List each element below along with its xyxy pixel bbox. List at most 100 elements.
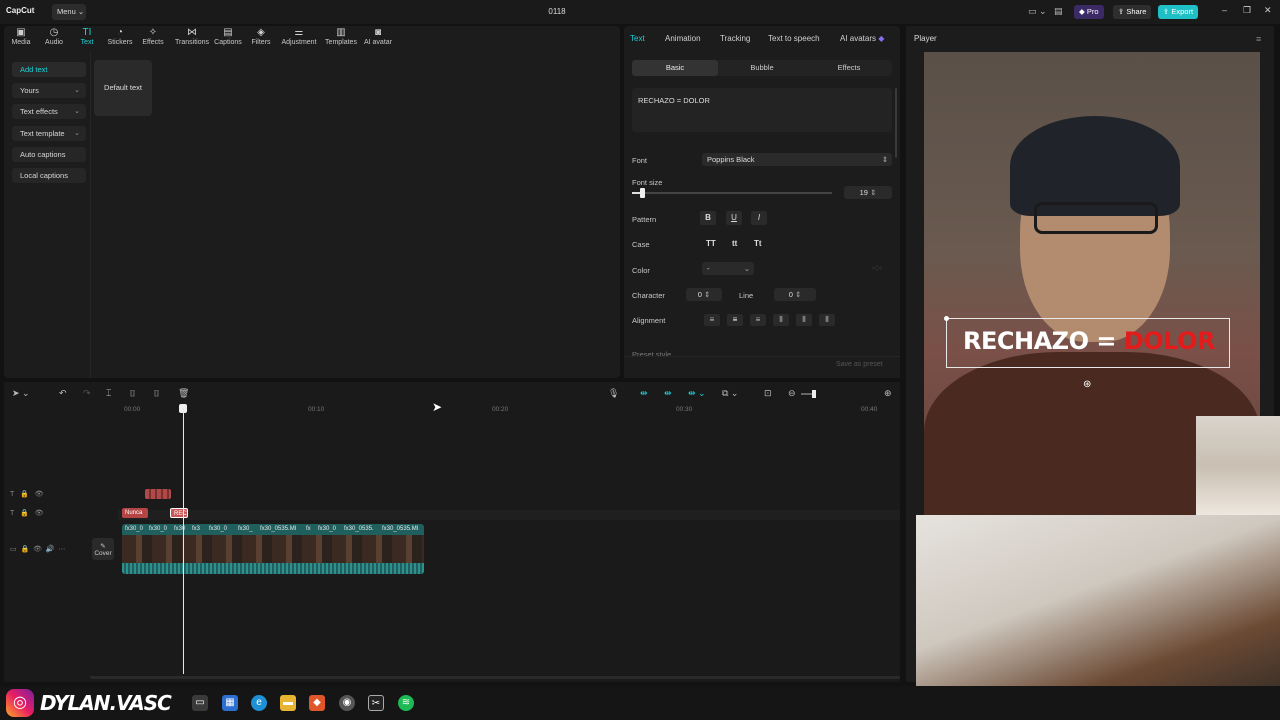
font-size-input[interactable]: 19 ⇕ (844, 186, 892, 199)
linkage-icon[interactable]: ⇹ ⌄ (688, 388, 706, 399)
resize-handle[interactable] (944, 316, 949, 321)
font-size-slider-handle[interactable] (640, 188, 645, 198)
line-spacing-input[interactable]: 0 ⇕ (774, 288, 816, 301)
tool-templates[interactable]: ▥ Templates (322, 26, 360, 52)
vertical-bottom-icon[interactable]: ⦀ (819, 314, 835, 326)
tool-media[interactable]: ▣ Media (4, 26, 38, 52)
sidebar-item-text-effects[interactable]: Text effects ⌄ (12, 104, 86, 119)
vertical-top-icon[interactable]: ⦀ (773, 314, 789, 326)
track-controls-video[interactable]: ▭ 🔒 👁 🔊 ⋯ (10, 545, 66, 553)
align-right-icon[interactable]: ≡ (750, 314, 766, 326)
tab-text[interactable]: Text (630, 34, 645, 43)
microphone-icon[interactable]: 🎙 (608, 388, 619, 399)
inspector-scrollbar[interactable] (895, 88, 897, 158)
text-clip[interactable]: Nunca (122, 508, 148, 518)
sidebar-item-text-template[interactable]: Text template ⌄ (12, 126, 86, 141)
font-size-slider[interactable] (632, 192, 832, 194)
capcut-icon[interactable]: ✂ (368, 695, 384, 711)
tool-text[interactable]: TI Text (70, 26, 104, 52)
select-tool-icon[interactable]: ➤ ⌄ (12, 388, 30, 399)
edge-icon[interactable]: e (251, 695, 267, 711)
underline-button[interactable]: U (726, 211, 742, 225)
text-track (118, 510, 900, 520)
zoom-in-icon[interactable]: ⊕ (884, 388, 892, 399)
tab-ai-avatars[interactable]: AI avatars ◆ (840, 34, 884, 43)
menu-button[interactable]: Menu ⌄ (52, 4, 86, 20)
tab-animation[interactable]: Animation (665, 34, 701, 43)
share-button[interactable]: ⇪ Share (1113, 5, 1152, 19)
timeline-scrollbar[interactable] (90, 676, 900, 679)
tool-transitions[interactable]: ⋈ Transitions (172, 26, 212, 52)
align-left-icon[interactable]: ≡ (704, 314, 720, 326)
sidebar-item-add-text[interactable]: Add text (12, 62, 86, 77)
color-select[interactable]: - ⌄ (702, 262, 754, 275)
tool-captions[interactable]: ▤ Captions (211, 26, 245, 52)
export-button[interactable]: ⇪ Export (1158, 5, 1199, 19)
cover-button[interactable]: ✎ Cover (92, 538, 114, 560)
sidebar-item-auto-captions[interactable]: Auto captions (12, 147, 86, 162)
tool-filters[interactable]: ◈ Filters (244, 26, 278, 52)
redo-icon[interactable]: ↷ (83, 388, 91, 399)
tool-audio[interactable]: ◷ Audio (37, 26, 71, 52)
rotate-icon[interactable]: ⊛ (1083, 379, 1091, 390)
zoom-out-icon[interactable]: ⊖ (788, 388, 796, 399)
sidebar-item-yours[interactable]: Yours ⌄ (12, 83, 86, 98)
player-menu-icon[interactable]: ≡ (1256, 34, 1261, 44)
restore-icon[interactable]: ❐ (1243, 5, 1251, 16)
pro-button[interactable]: ◆ Pro (1074, 5, 1104, 19)
preview-axis-icon[interactable]: ⧉ ⌄ (722, 388, 738, 399)
tool-adjustment[interactable]: ⚌ Adjustment (279, 26, 319, 52)
link-main-track-icon[interactable]: ⇹ (640, 388, 648, 399)
text-content-input[interactable]: RECHAZO = DOLOR (632, 88, 892, 132)
character-spacing-input[interactable]: 0 ⇕ (686, 288, 722, 301)
spotify-icon[interactable]: ≋ (398, 695, 414, 711)
color-label: Color (632, 266, 650, 275)
save-preset-button[interactable]: Save as preset (836, 361, 883, 368)
vertical-center-icon[interactable]: ⦀ (796, 314, 812, 326)
subtab-effects[interactable]: Effects (806, 60, 892, 76)
minimize-icon[interactable]: – (1222, 5, 1227, 15)
close-icon[interactable]: ✕ (1264, 5, 1272, 16)
brave-icon[interactable]: ◆ (309, 695, 325, 711)
divider (90, 52, 91, 378)
default-text-card[interactable]: Default text (94, 60, 152, 116)
titlecase-button[interactable]: Tt (754, 239, 762, 248)
uppercase-button[interactable]: TT (706, 239, 716, 248)
tool-stickers[interactable]: ◔ Stickers (103, 26, 137, 52)
text-overlay-selection[interactable]: RECHAZO = DOLOR ⊛ (944, 316, 1230, 390)
playhead[interactable] (183, 408, 184, 674)
keyframe-icon[interactable]: ‹◇› (872, 264, 882, 272)
sticker-clip[interactable] (145, 489, 171, 499)
fit-icon[interactable]: ⊡ (764, 388, 772, 399)
sidebar-item-local-captions[interactable]: Local captions (12, 168, 86, 183)
tool-ai-avatar[interactable]: ◙ AI avatar (360, 26, 396, 52)
bold-button[interactable]: B (700, 211, 716, 225)
text-clip-selected[interactable]: REC (170, 508, 188, 518)
undo-icon[interactable]: ↶ (59, 388, 67, 399)
font-select[interactable]: Poppins Black ⇕ (702, 153, 892, 166)
task-view-icon[interactable]: ▭ (192, 695, 208, 711)
align-center-icon[interactable]: ≡ (727, 314, 743, 326)
shortcuts-icon[interactable]: ▤ (1054, 6, 1063, 17)
track-controls-text-1[interactable]: T 🔒 👁 (10, 509, 44, 517)
tab-tracking[interactable]: Tracking (720, 34, 750, 43)
magnet-icon[interactable]: ⇹ (664, 388, 672, 399)
delete-icon[interactable]: 🗑 (178, 388, 189, 399)
italic-button[interactable]: I (751, 211, 767, 225)
subtab-bubble[interactable]: Bubble (719, 60, 805, 76)
obs-icon[interactable]: ◉ (339, 695, 355, 711)
video-clip-track[interactable]: fx30_0 fx30_0 fx30 fx3 fx30_0 fx30_ fx30… (122, 524, 424, 574)
tool-effects[interactable]: ✧ Effects (136, 26, 170, 52)
lowercase-button[interactable]: tt (732, 239, 737, 248)
track-controls-text-2[interactable]: T 🔒 👁 (10, 490, 44, 498)
subtab-basic[interactable]: Basic (632, 60, 718, 76)
layout-icon[interactable]: ▭ ⌄ (1028, 6, 1047, 17)
trim-right-icon[interactable]: ⌷ (154, 388, 159, 399)
store-icon[interactable]: ▦ (222, 695, 238, 711)
zoom-slider-handle[interactable] (812, 390, 816, 398)
split-icon[interactable]: ⌶ (106, 388, 111, 399)
tab-text-to-speech[interactable]: Text to speech (768, 34, 820, 43)
file-explorer-icon[interactable]: ▬ (280, 695, 296, 711)
trim-left-icon[interactable]: ⌷ (130, 388, 135, 399)
alignment-label: Alignment (632, 316, 666, 325)
